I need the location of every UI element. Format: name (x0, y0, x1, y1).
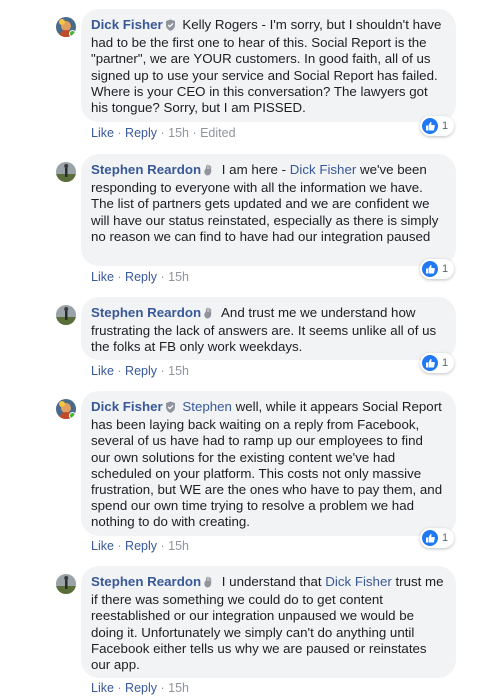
comment-timestamp[interactable]: 15h (168, 539, 189, 553)
like-link[interactable]: Like (91, 681, 114, 695)
reply-link[interactable]: Reply (125, 364, 157, 378)
comment-timestamp[interactable]: 15h (168, 270, 189, 284)
avatar[interactable] (56, 17, 76, 37)
wave-hand-icon (203, 576, 215, 592)
reply-link[interactable]: Reply (125, 126, 157, 140)
comment-text: well, while it appears Social Report has… (91, 399, 443, 530)
like-reaction-icon (422, 118, 438, 134)
comment-bubble: Stephen Reardon And trust me we understa… (81, 297, 456, 360)
comment-actions: Like · Reply · 15h (91, 681, 189, 695)
avatar[interactable] (56, 574, 76, 594)
reaction-count: 1 (442, 263, 449, 275)
shield-icon (165, 19, 176, 35)
reaction-count: 1 (442, 120, 449, 132)
like-reaction-icon (422, 530, 438, 546)
reaction-count: 1 (442, 357, 449, 369)
reply-link[interactable]: Reply (125, 539, 157, 553)
avatar[interactable] (56, 305, 76, 325)
mention-link[interactable]: Stephen (179, 399, 232, 414)
wave-hand-icon (203, 164, 215, 180)
comment-timestamp[interactable]: 15h (168, 364, 189, 378)
edited-label[interactable]: Edited (200, 126, 235, 140)
like-link[interactable]: Like (91, 364, 114, 378)
like-reaction-icon (422, 261, 438, 277)
comment-text: I am here - (218, 162, 290, 177)
comment-author[interactable]: Stephen Reardon (91, 305, 201, 320)
like-link[interactable]: Like (91, 270, 114, 284)
comment-author[interactable]: Stephen Reardon (91, 574, 201, 589)
like-link[interactable]: Like (91, 126, 114, 140)
online-status-dot (69, 412, 76, 419)
comment-bubble: Stephen Reardon I am here - Dick Fisher … (81, 154, 456, 266)
like-reaction-icon (422, 355, 438, 371)
comment-author[interactable]: Dick Fisher (91, 399, 163, 414)
comment-body: Stephen well, while it appears Social Re… (91, 399, 442, 529)
comment-bubble: Stephen Reardon I understand that Dick F… (81, 566, 456, 678)
comment-actions: Like · Reply · 15h (91, 539, 189, 553)
reply-link[interactable]: Reply (125, 681, 157, 695)
comment-author[interactable]: Dick Fisher (91, 17, 163, 32)
online-status-dot (69, 30, 76, 37)
comment-actions: Like · Reply · 15h (91, 364, 189, 378)
mention-link[interactable]: Dick Fisher (290, 162, 357, 177)
wave-hand-icon (203, 307, 215, 323)
comment-author[interactable]: Stephen Reardon (91, 162, 201, 177)
comment-bubble: Dick Fisher Stephen well, while it appea… (81, 391, 456, 536)
avatar[interactable] (56, 162, 76, 182)
comment-timestamp[interactable]: 15h (168, 681, 189, 695)
mention-link[interactable]: Dick Fisher (325, 574, 392, 589)
reply-link[interactable]: Reply (125, 270, 157, 284)
shield-icon (165, 401, 176, 417)
reaction-count-badge[interactable]: 1 (420, 353, 454, 373)
comment-actions: Like · Reply · 15h · Edited (91, 126, 236, 140)
like-link[interactable]: Like (91, 539, 114, 553)
reaction-count: 1 (442, 532, 449, 544)
comment-actions: Like · Reply · 15h (91, 270, 189, 284)
avatar[interactable] (56, 399, 76, 419)
reaction-count-badge[interactable]: 1 (420, 116, 454, 136)
comment-bubble: Dick Fisher Kelly Rogers - I'm sorry, bu… (81, 9, 456, 122)
reaction-count-badge[interactable]: 1 (420, 259, 454, 279)
reaction-count-badge[interactable]: 1 (420, 528, 454, 548)
comment-text: I understand that (218, 574, 326, 589)
comment-timestamp[interactable]: 15h (168, 126, 189, 140)
